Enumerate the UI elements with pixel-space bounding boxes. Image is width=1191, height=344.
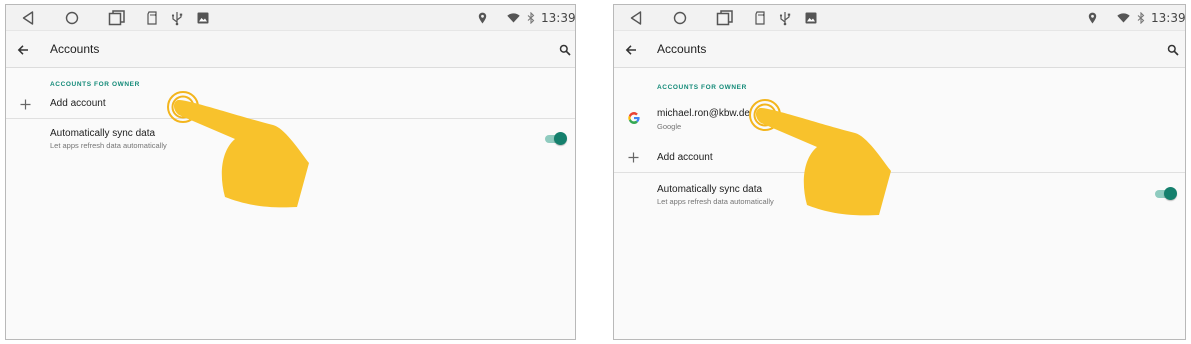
tap-hand-icon [167,91,309,208]
screen-right: 13:39 Accounts ACCOUNTS FOR OWNER michae… [613,4,1186,340]
sd-card-icon [145,9,159,27]
account-email: michael.ron@kbw.de [657,108,750,119]
home-circle-icon[interactable] [64,9,80,27]
location-icon [1088,12,1097,24]
status-icons: 13:39 [1088,9,1186,27]
usb-icon [170,9,184,27]
sync-toggle[interactable] [1153,187,1177,201]
status-bar: 13:39 [614,5,1185,31]
toolbar: Accounts [6,31,575,68]
search-icon[interactable] [1163,40,1183,60]
toolbar: Accounts [614,31,1185,68]
wifi-icon [507,13,520,23]
wifi-icon [1117,13,1130,23]
section-header: ACCOUNTS FOR OWNER [50,81,140,88]
tap-hand-icon [749,99,891,216]
sd-card-icon [753,9,767,27]
plus-icon [626,150,640,164]
recents-square-icon[interactable] [107,9,127,27]
sync-subtitle: Let apps refresh data automatically [50,141,167,150]
bluetooth-icon [1137,12,1145,24]
screen-left: 13:39 Accounts ACCOUNTS FOR OWNER Add ac… [5,4,576,340]
add-account-label: Add account [50,98,106,109]
plus-icon [18,97,32,111]
search-icon[interactable] [555,40,575,60]
recents-square-icon[interactable] [715,9,735,27]
image-icon [196,9,210,27]
google-icon [626,110,642,126]
sync-toggle[interactable] [543,132,567,146]
back-triangle-icon[interactable] [628,9,644,27]
status-icons: 13:39 [478,9,576,27]
account-provider: Google [657,122,682,131]
usb-icon [778,9,792,27]
back-triangle-icon[interactable] [20,9,36,27]
clock: 13:39 [1151,11,1186,25]
back-arrow-icon[interactable] [621,40,641,60]
page-title: Accounts [657,42,707,56]
add-account-label: Add account [657,152,713,163]
bluetooth-icon [527,12,535,24]
back-arrow-icon[interactable] [13,40,33,60]
sync-title: Automatically sync data [50,128,156,139]
status-bar: 13:39 [6,5,575,31]
page-title: Accounts [50,42,100,56]
location-icon [478,12,487,24]
section-header: ACCOUNTS FOR OWNER [657,84,747,91]
home-circle-icon[interactable] [672,9,688,27]
divider [614,172,1185,173]
clock: 13:39 [541,11,576,25]
image-icon [804,9,818,27]
